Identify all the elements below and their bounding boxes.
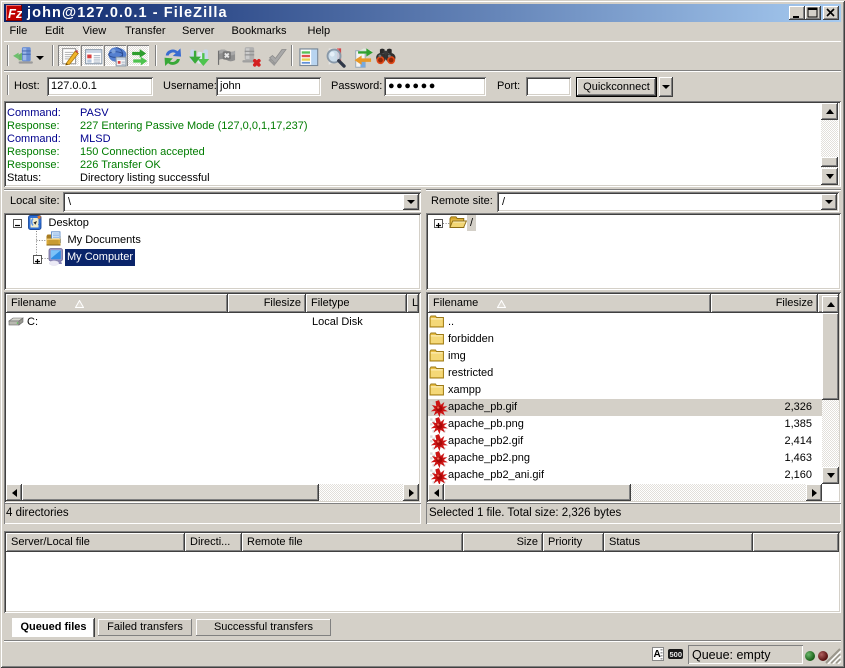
svg-text:500: 500 <box>670 650 683 659</box>
svg-text:Fz: Fz <box>8 6 22 21</box>
svg-text:A: A <box>654 649 661 660</box>
